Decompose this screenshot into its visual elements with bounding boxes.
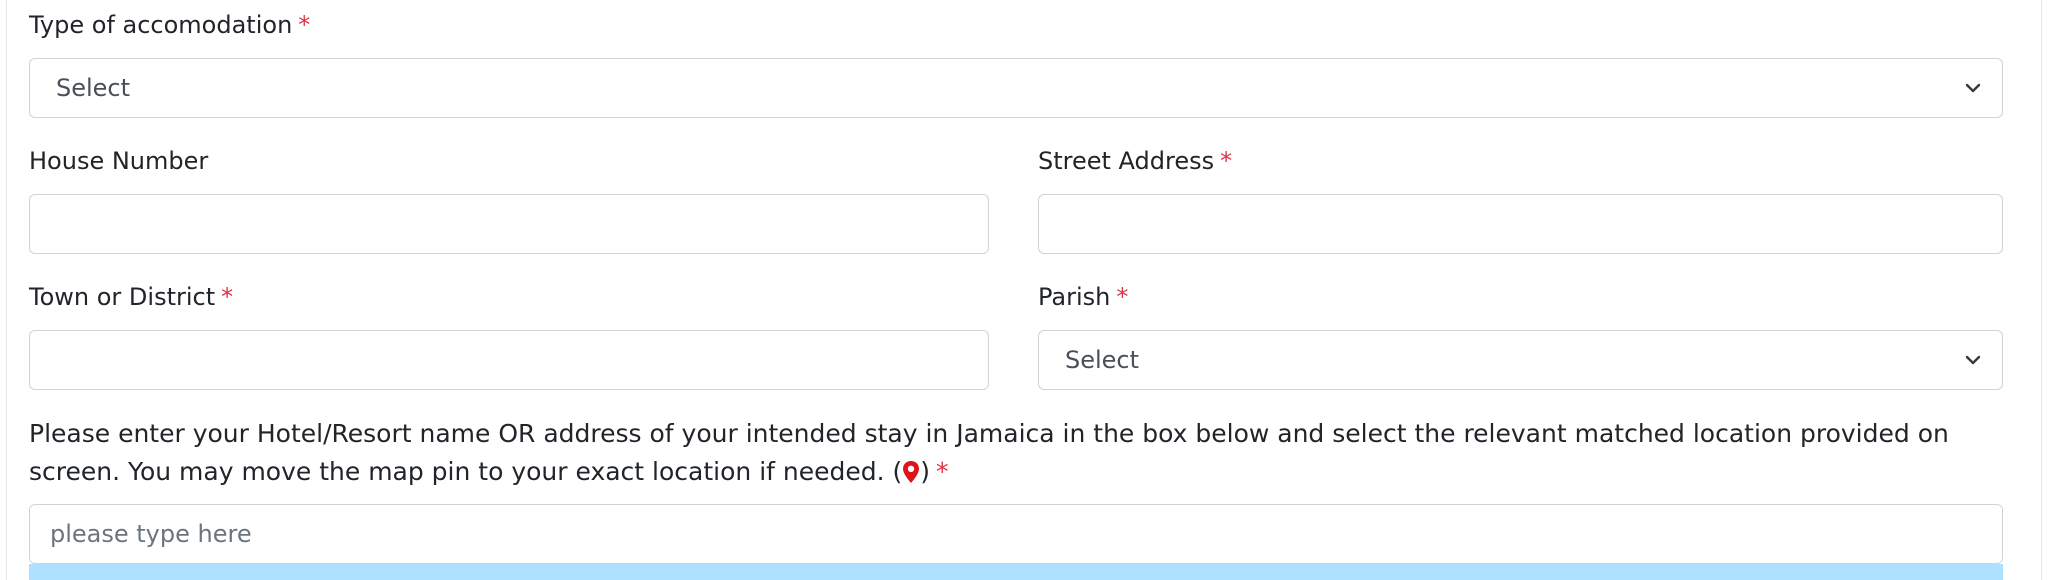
parish-label: Parish *	[1038, 282, 1128, 312]
town-label: Town or District *	[29, 282, 233, 312]
required-asterisk: *	[936, 457, 949, 486]
required-asterisk: *	[298, 11, 311, 39]
street-address-label: Street Address *	[1038, 146, 1232, 176]
accommodation-select[interactable]: Select	[29, 58, 2003, 118]
accommodation-label-text: Type of accomodation	[29, 11, 293, 39]
chevron-down-icon	[1962, 349, 1984, 371]
location-search-input[interactable]	[29, 504, 2003, 564]
parish-label-text: Parish	[1038, 283, 1111, 311]
required-asterisk: *	[1220, 147, 1233, 175]
house-number-label: House Number	[29, 146, 208, 176]
location-instructions: Please enter your Hotel/Resort name OR a…	[29, 415, 2019, 491]
paren-open: (	[892, 457, 903, 486]
map-pin-group[interactable]: ()	[893, 457, 931, 486]
paren-close: )	[920, 457, 931, 486]
location-instructions-text: Please enter your Hotel/Resort name OR a…	[29, 419, 1949, 486]
address-form: Type of accomodation * Select House Numbe…	[6, 0, 2042, 580]
location-suggestion-highlight[interactable]	[29, 564, 2003, 580]
town-label-text: Town or District	[29, 283, 216, 311]
parish-select-value: Select	[1065, 346, 1140, 374]
house-number-label-text: House Number	[29, 147, 209, 175]
town-input[interactable]	[29, 330, 989, 390]
required-asterisk: *	[221, 283, 234, 311]
street-address-label-text: Street Address	[1038, 147, 1215, 175]
accommodation-label: Type of accomodation *	[29, 10, 310, 40]
house-number-input[interactable]	[29, 194, 989, 254]
accommodation-select-value: Select	[56, 74, 131, 102]
required-asterisk: *	[1116, 283, 1129, 311]
map-pin-icon[interactable]	[902, 460, 920, 484]
parish-select[interactable]: Select	[1038, 330, 2003, 390]
chevron-down-icon	[1962, 77, 1984, 99]
street-address-input[interactable]	[1038, 194, 2003, 254]
